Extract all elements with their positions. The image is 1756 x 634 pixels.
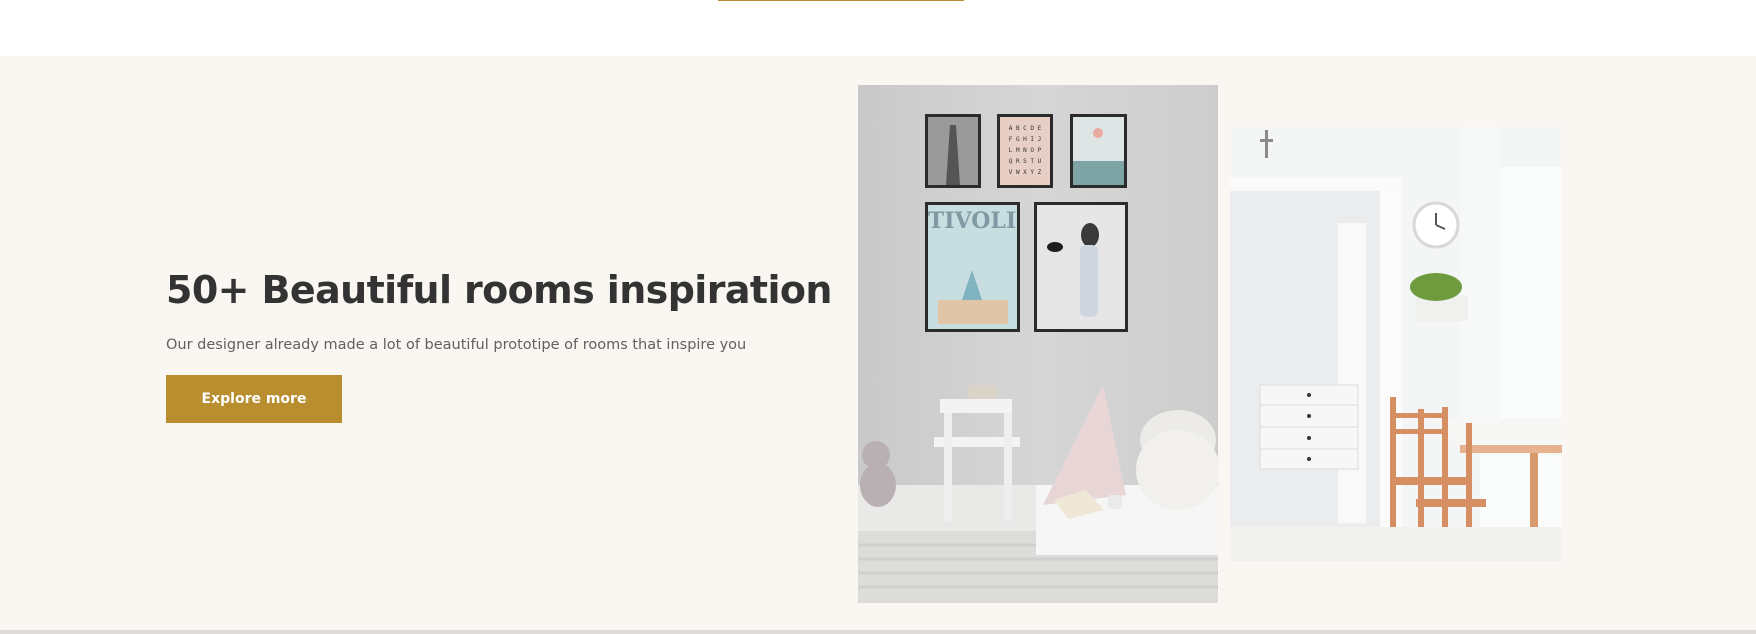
poster-alphabet-row-1: A B C D E <box>1009 125 1042 132</box>
explore-more-button[interactable]: Explore more <box>166 375 342 423</box>
room-photo-dining[interactable] <box>1230 127 1562 561</box>
top-bar <box>0 0 1756 56</box>
poster-alphabet-row-3: L M N O P <box>1009 147 1042 154</box>
room-photo-living[interactable]: A B C D E F G H I J L M N O P Q R S T U … <box>858 85 1218 603</box>
poster-alphabet-row-4: Q R S T U <box>1009 158 1042 165</box>
section-bottom-border <box>0 630 1756 634</box>
room-photo-living-illustration: A B C D E F G H I J L M N O P Q R S T U … <box>858 85 1218 603</box>
active-link-underline <box>718 0 964 1</box>
poster-tivoli-label: TIVOLI <box>928 208 1016 234</box>
section-headline: 50+ Beautiful rooms inspiration <box>166 268 832 312</box>
room-photo-dining-illustration <box>1230 127 1562 561</box>
section-description: Our designer already made a lot of beaut… <box>166 337 747 353</box>
poster-alphabet-row-5: V W X Y Z <box>1009 169 1042 176</box>
poster-alphabet-row-2: F G H I J <box>1009 136 1042 143</box>
